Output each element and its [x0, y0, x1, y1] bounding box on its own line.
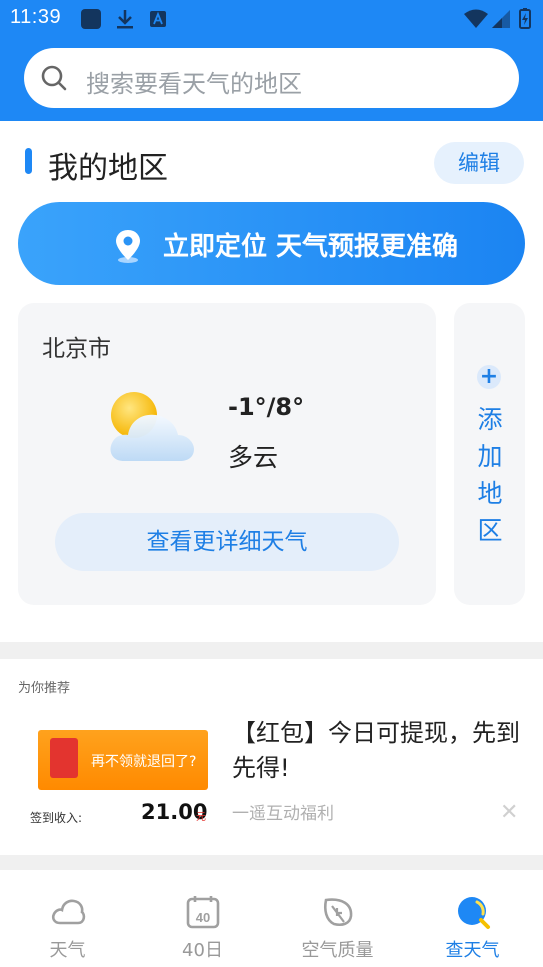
nav-item-air-quality[interactable]: 空气质量	[270, 870, 405, 967]
nav-item-weather[interactable]: 天气	[0, 870, 135, 967]
signal-icon	[492, 10, 510, 28]
section-accent-bar	[25, 148, 32, 174]
section-divider	[0, 855, 543, 870]
ad-banner-text: 再不领就退回了?	[91, 754, 197, 770]
add-region-label: 添加地区	[477, 405, 503, 545]
status-bar: 11:39	[0, 0, 543, 36]
nav-item-40day[interactable]: 40 40日	[135, 870, 270, 967]
partly-cloudy-icon	[110, 392, 194, 461]
plus-icon: +	[477, 365, 501, 389]
close-icon[interactable]: ✕	[500, 800, 518, 825]
edit-button[interactable]: 编辑	[434, 142, 524, 184]
locate-label: 立即定位 天气预报更准确	[163, 232, 459, 262]
ad-image[interactable]: 再不领就退回了? 签到收入: 21.00 元	[26, 722, 216, 830]
cloud-icon	[51, 899, 86, 925]
nav-label-air-quality: 空气质量	[301, 940, 374, 961]
calendar-40-icon: 40	[186, 896, 220, 929]
weather-condition: 多云	[228, 443, 279, 472]
add-region-card[interactable]: + 添加地区	[454, 303, 525, 605]
section-title: 我的地区	[48, 151, 168, 186]
app-notification-icon	[81, 9, 101, 29]
ad-title[interactable]: 【红包】今日可提现，先到先得!	[232, 716, 522, 786]
section-divider	[0, 642, 543, 659]
city-name: 北京市	[42, 336, 111, 362]
detail-weather-button[interactable]: 查看更详细天气	[55, 513, 399, 571]
location-pin-icon	[116, 230, 140, 263]
leaf-icon	[323, 898, 353, 927]
battery-icon	[519, 8, 531, 29]
nav-item-search-weather[interactable]: 查天气	[405, 870, 540, 967]
nav-label-weather: 天气	[49, 940, 86, 961]
search-icon	[41, 65, 67, 91]
nav-label-search-weather: 查天气	[445, 940, 500, 961]
city-card[interactable]: 北京市 -1°/8° 多云 查看更详细天气	[18, 303, 436, 605]
svg-text:40: 40	[196, 910, 210, 925]
locate-button[interactable]: 立即定位 天气预报更准确	[18, 202, 525, 285]
search-bar[interactable]: 搜索要看天气的地区	[24, 48, 519, 108]
recommend-tag: 为你推荐	[18, 681, 71, 696]
bottom-nav: 天气 40 40日 空气质量 查天气	[0, 870, 543, 967]
search-input[interactable]: 搜索要看天气的地区	[86, 64, 302, 99]
status-time: 11:39	[10, 6, 62, 28]
download-icon	[117, 10, 133, 29]
nav-label-40day: 40日	[182, 940, 223, 961]
top-header: 11:39 搜索要看天气的地区	[0, 0, 543, 121]
temperature: -1°/8°	[228, 393, 305, 421]
ad-banner: 再不领就退回了?	[38, 730, 208, 790]
red-envelope-icon	[50, 738, 78, 778]
keyboard-icon	[150, 11, 166, 27]
ad-source: 一遥互动福利	[232, 804, 334, 824]
ad-income-unit: 元	[196, 812, 206, 823]
wifi-icon	[464, 9, 488, 28]
search-weather-icon	[458, 897, 490, 929]
ad-income-label: 签到收入:	[30, 811, 83, 825]
